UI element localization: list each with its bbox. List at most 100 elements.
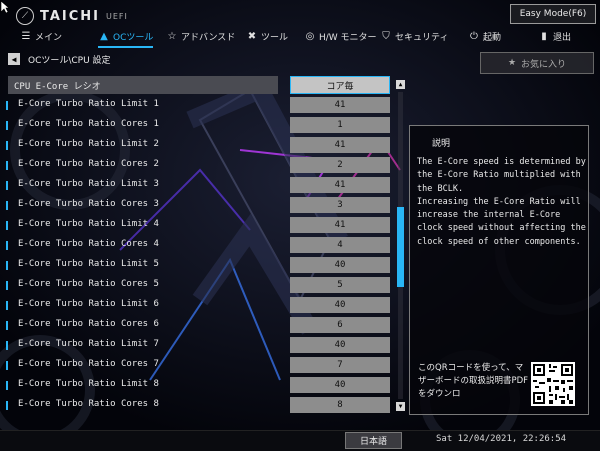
setting-label: E-Core Turbo Ratio Limit 7 <box>18 339 159 349</box>
scroll-down-button[interactable]: ▼ <box>396 402 405 411</box>
setting-row[interactable]: E-Core Turbo Ratio Limit 8 40 <box>0 376 400 395</box>
taichi-logo: ⟋ TAICHI UEFI <box>16 6 128 26</box>
setting-value-field[interactable]: 41 <box>290 177 390 193</box>
row-marker <box>6 261 8 270</box>
easy-mode-button[interactable]: Easy Mode(F6) <box>510 4 596 24</box>
row-marker <box>6 241 8 250</box>
setting-row[interactable]: E-Core Turbo Ratio Cores 7 7 <box>0 356 400 375</box>
setting-value-field[interactable]: 8 <box>290 397 390 413</box>
tab-tools-label: ツール <box>261 32 289 43</box>
power-icon: ⏻ <box>470 30 478 42</box>
row-marker <box>6 361 8 370</box>
chevron-up-icon: ▲ <box>398 81 403 88</box>
logo-brand: TAICHI <box>40 8 101 24</box>
setting-value-field[interactable]: 4 <box>290 237 390 253</box>
description-title: 説明 <box>432 139 451 149</box>
setting-value-field[interactable]: 5 <box>290 277 390 293</box>
tab-boot-label: 起動 <box>483 32 502 43</box>
setting-row[interactable]: E-Core Turbo Ratio Limit 3 41 <box>0 176 400 195</box>
setting-label: E-Core Turbo Ratio Cores 2 <box>18 159 159 169</box>
tab-boot[interactable]: ⏻ 起動 <box>468 28 501 44</box>
flame-icon: ▲ <box>100 30 108 42</box>
setting-row[interactable]: E-Core Turbo Ratio Cores 5 5 <box>0 276 400 295</box>
breadcrumb: OCツール\CPU 設定 <box>28 56 111 66</box>
tab-oc-tools[interactable]: ▲ OCツール <box>98 28 154 48</box>
setting-row[interactable]: E-Core Turbo Ratio Limit 7 40 <box>0 336 400 355</box>
row-marker <box>6 401 8 410</box>
row-marker <box>6 281 8 290</box>
setting-row[interactable]: E-Core Turbo Ratio Cores 8 8 <box>0 396 400 415</box>
setting-value-field[interactable]: 41 <box>290 137 390 153</box>
row-marker <box>6 301 8 310</box>
setting-value-field[interactable]: 3 <box>290 197 390 213</box>
setting-label: E-Core Turbo Ratio Cores 3 <box>18 199 159 209</box>
setting-value-field[interactable]: 1 <box>290 117 390 133</box>
star-icon: ★ <box>507 58 517 68</box>
setting-row[interactable]: E-Core Turbo Ratio Limit 6 40 <box>0 296 400 315</box>
setting-label: E-Core Turbo Ratio Limit 1 <box>18 99 159 109</box>
row-marker <box>6 221 8 230</box>
setting-row[interactable]: E-Core Turbo Ratio Cores 3 3 <box>0 196 400 215</box>
setting-label: CPU E-Core レシオ <box>14 82 101 92</box>
setting-value-dropdown[interactable]: コア毎 <box>290 76 390 94</box>
setting-row[interactable]: E-Core Turbo Ratio Cores 6 6 <box>0 316 400 335</box>
row-marker <box>6 141 8 150</box>
setting-row-cpu-e-core-ratio[interactable]: CPU E-Core レシオ コア毎 <box>0 76 400 95</box>
tab-exit[interactable]: ▮ 退出 <box>538 28 571 44</box>
setting-row[interactable]: E-Core Turbo Ratio Limit 2 41 <box>0 136 400 155</box>
list-icon: ☰ <box>21 30 31 42</box>
setting-value-field[interactable]: 7 <box>290 357 390 373</box>
setting-label: E-Core Turbo Ratio Limit 3 <box>18 179 159 189</box>
main-nav: ☰ メイン ▲ OCツール ☆ アドバンスド ✖ ツール ◎ H/W モニター … <box>0 26 600 48</box>
row-marker <box>6 101 8 110</box>
tab-hw-monitor[interactable]: ◎ H/W モニター <box>304 28 377 44</box>
tab-tools[interactable]: ✖ ツール <box>246 28 288 44</box>
setting-row[interactable]: E-Core Turbo Ratio Limit 1 41 <box>0 96 400 115</box>
star-icon: ☆ <box>167 30 177 42</box>
setting-value-field[interactable]: 40 <box>290 297 390 313</box>
setting-label: E-Core Turbo Ratio Limit 6 <box>18 299 159 309</box>
setting-label: E-Core Turbo Ratio Limit 5 <box>18 259 159 269</box>
setting-value-field[interactable]: 6 <box>290 317 390 333</box>
settings-list: CPU E-Core レシオ コア毎 E-Core Turbo Ratio Li… <box>0 76 400 416</box>
shield-icon: ⛉ <box>382 30 390 42</box>
setting-value-field[interactable]: 40 <box>290 257 390 273</box>
tab-hw-monitor-label: H/W モニター <box>319 32 377 43</box>
tab-security[interactable]: ⛉ セキュリティ <box>380 28 448 44</box>
setting-value-field[interactable]: 40 <box>290 337 390 353</box>
setting-label: E-Core Turbo Ratio Cores 1 <box>18 119 159 129</box>
favorite-button[interactable]: ★ お気に入り <box>480 52 594 74</box>
wrench-icon: ✖ <box>247 30 257 42</box>
description-panel: 説明 The E-Core speed is determined by the… <box>409 125 589 415</box>
description-text: The E-Core speed is determined by the E-… <box>417 157 586 247</box>
qr-code-icon <box>531 362 575 406</box>
setting-label: E-Core Turbo Ratio Cores 7 <box>18 359 159 369</box>
row-marker <box>6 381 8 390</box>
setting-row[interactable]: E-Core Turbo Ratio Cores 2 2 <box>0 156 400 175</box>
setting-label: E-Core Turbo Ratio Cores 5 <box>18 279 159 289</box>
back-button[interactable]: ◀ <box>8 53 20 65</box>
tab-exit-label: 退出 <box>553 32 572 43</box>
setting-value-field[interactable]: 41 <box>290 217 390 233</box>
row-marker <box>6 161 8 170</box>
setting-label: E-Core Turbo Ratio Limit 2 <box>18 139 159 149</box>
setting-row[interactable]: E-Core Turbo Ratio Limit 5 40 <box>0 256 400 275</box>
setting-label: E-Core Turbo Ratio Limit 8 <box>18 379 159 389</box>
exit-icon: ▮ <box>541 30 547 42</box>
tab-advanced[interactable]: ☆ アドバンスド <box>166 28 236 44</box>
setting-value-field[interactable]: 40 <box>290 377 390 393</box>
setting-value-field[interactable]: 2 <box>290 157 390 173</box>
logo-suffix: UEFI <box>106 11 128 21</box>
mouse-cursor-icon <box>0 0 10 14</box>
row-marker <box>6 201 8 210</box>
setting-row[interactable]: E-Core Turbo Ratio Cores 4 4 <box>0 236 400 255</box>
language-button[interactable]: 日本語 <box>345 432 402 449</box>
setting-value-field[interactable]: 41 <box>290 97 390 113</box>
setting-row[interactable]: E-Core Turbo Ratio Cores 1 1 <box>0 116 400 135</box>
setting-row[interactable]: E-Core Turbo Ratio Limit 4 41 <box>0 216 400 235</box>
tab-main[interactable]: ☰ メイン <box>20 28 63 44</box>
scroll-up-button[interactable]: ▲ <box>396 80 405 89</box>
chevron-left-icon: ◀ <box>11 54 17 64</box>
setting-label: E-Core Turbo Ratio Cores 8 <box>18 399 159 409</box>
scrollbar-thumb[interactable] <box>397 207 404 287</box>
